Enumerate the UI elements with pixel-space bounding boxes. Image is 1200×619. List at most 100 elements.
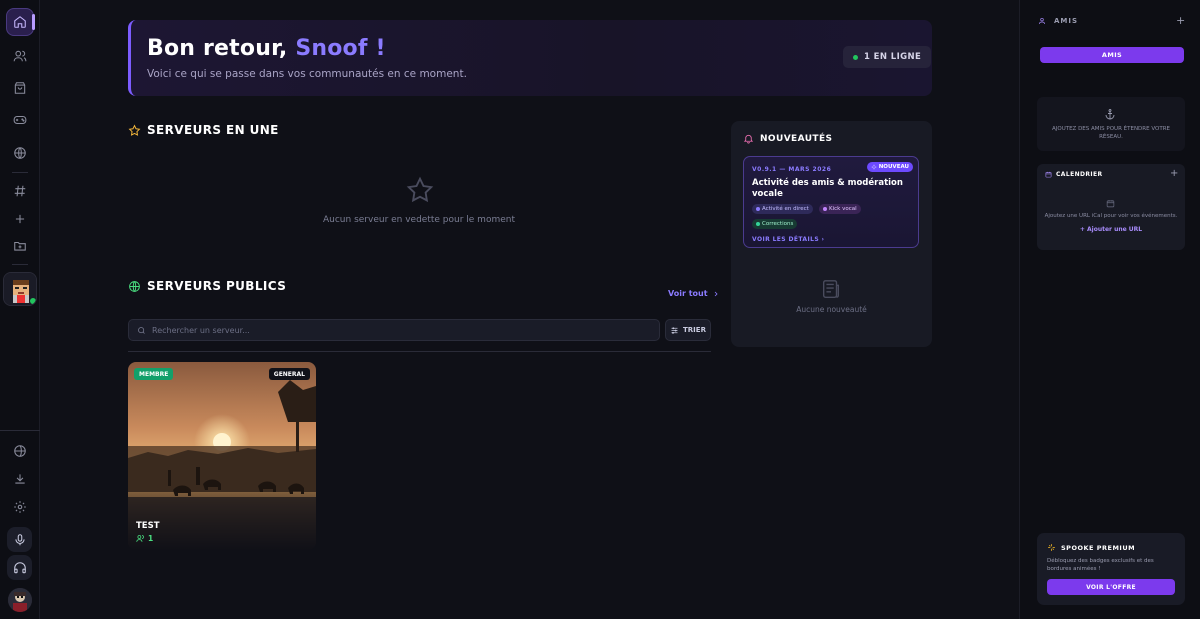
- active-indicator: [32, 14, 35, 30]
- news-card-title: Activité des amis & modération vocale: [752, 178, 903, 199]
- newspaper-icon: [822, 280, 840, 298]
- rail-divider: [12, 264, 28, 265]
- calendar-heading: CALENDRIER: [1045, 171, 1103, 178]
- news-tag: Activité en direct: [752, 204, 813, 214]
- server-avatar[interactable]: [3, 272, 37, 306]
- new-badge-label: NOUVEAU: [878, 164, 909, 170]
- star-icon: [128, 124, 141, 136]
- tag-dot-icon: [756, 207, 760, 211]
- sparkle-icon: [871, 164, 876, 170]
- chevron-right-icon: ›: [821, 236, 825, 243]
- public-servers-heading: SERVEURS PUBLICS: [128, 279, 286, 293]
- featured-empty-message: Aucun serveur en vedette pour le moment: [323, 215, 515, 225]
- server-name: TEST: [136, 521, 160, 531]
- rail-divider: [0, 430, 40, 431]
- friends-empty-card: AJOUTEZ DES AMIS POUR ÉTENDRE VOTRE RÉSE…: [1037, 97, 1185, 151]
- chevron-right-icon: [714, 291, 718, 296]
- friends-button[interactable]: AMIS: [1040, 47, 1184, 63]
- server-search-input[interactable]: [152, 325, 632, 335]
- globe-icon: [129, 280, 140, 292]
- explore-icon[interactable]: [6, 437, 34, 465]
- rail-divider: [12, 172, 28, 173]
- add-url-link[interactable]: + Ajouter une URL: [1037, 226, 1185, 233]
- news-details-link[interactable]: VOIR LES DÉTAILS ›: [752, 236, 824, 243]
- anchor-icon: [1105, 109, 1115, 120]
- server-card[interactable]: MEMBRE GENERAL TEST 1: [128, 362, 316, 550]
- tag-dot-icon: [756, 222, 760, 226]
- gamepad-icon[interactable]: [6, 106, 34, 134]
- shop-icon[interactable]: [6, 74, 34, 102]
- headphones-icon[interactable]: [7, 555, 32, 580]
- add-friend-icon[interactable]: +: [1176, 14, 1185, 27]
- home-icon[interactable]: [6, 8, 34, 36]
- filter-icon: [671, 326, 678, 334]
- welcome-prefix: Bon retour,: [147, 36, 288, 61]
- news-tag-label: Activité en direct: [762, 206, 809, 212]
- bell-icon: [743, 134, 754, 144]
- friends-heading: AMIS: [1038, 17, 1078, 25]
- see-all-label: Voir tout: [668, 289, 708, 298]
- news-tag: Kick vocal: [819, 204, 861, 214]
- add-server-icon[interactable]: [6, 205, 34, 233]
- news-details-label: VOIR LES DÉTAILS: [752, 236, 820, 243]
- news-version: V0.9.1 — MARS 2026: [752, 166, 832, 173]
- see-all-link[interactable]: Voir tout: [668, 289, 720, 298]
- featured-servers-heading: SERVEURS EN UNE: [128, 123, 279, 137]
- view-offer-button[interactable]: VOIR L'OFFRE: [1047, 579, 1175, 595]
- sparkles-icon: [1048, 544, 1055, 551]
- welcome-banner: Bon retour, Snoof ! Voici ce qui se pass…: [128, 20, 932, 96]
- add-calendar-icon[interactable]: +: [1170, 168, 1178, 179]
- server-member-count: 1: [136, 534, 153, 543]
- premium-title: SPOOKE PREMIUM: [1061, 543, 1136, 552]
- hash-icon[interactable]: [6, 177, 34, 205]
- online-status-dot: [30, 298, 36, 304]
- premium-description: Débloquez des badges exclusifs et des bo…: [1047, 558, 1154, 572]
- friends-icon[interactable]: [6, 42, 34, 70]
- user-icon: [1039, 18, 1045, 25]
- sort-label: TRIER: [683, 326, 706, 334]
- calendar-icon: [1045, 171, 1052, 178]
- online-dot-icon: [853, 54, 858, 60]
- search-icon: [138, 326, 145, 334]
- welcome-username: Snoof !: [295, 36, 386, 61]
- member-badge: MEMBRE: [134, 368, 174, 380]
- sort-button[interactable]: TRIER: [665, 319, 711, 341]
- calendar-title: CALENDRIER: [1056, 171, 1103, 178]
- new-badge: NOUVEAU: [866, 162, 913, 172]
- right-sidebar: AMIS + AMIS AJOUTEZ DES AMIS POUR ÉTENDR…: [1019, 0, 1200, 619]
- news-title: NOUVEAUTÉS: [760, 133, 833, 144]
- calendar-empty-message: Ajoutez une URL iCal pour voir vos événe…: [1044, 213, 1178, 219]
- microphone-icon[interactable]: [7, 527, 32, 552]
- friends-empty-message: AJOUTEZ DES AMIS POUR ÉTENDRE VOTRE RÉSE…: [1051, 126, 1170, 140]
- server-search-box: [128, 319, 660, 341]
- friends-title: AMIS: [1054, 17, 1079, 25]
- online-count-label: 1 EN LIGNE: [864, 52, 922, 62]
- calendar-card: CALENDRIER + Ajoutez une URL iCal pour v…: [1037, 164, 1185, 250]
- member-count-value: 1: [148, 534, 154, 543]
- welcome-subtitle: Voici ce qui se passe dans vos communaut…: [147, 68, 467, 80]
- news-tag: Corrections: [752, 219, 798, 229]
- premium-heading: SPOOKE PREMIUM: [1047, 543, 1135, 552]
- news-empty-message: Aucune nouveauté: [796, 305, 867, 314]
- user-avatar[interactable]: [8, 588, 32, 612]
- news-tag-label: Corrections: [762, 221, 794, 227]
- globe-icon[interactable]: [6, 139, 34, 167]
- category-badge: GENERAL: [268, 368, 310, 380]
- calendar-empty-icon: [1106, 200, 1115, 208]
- folder-add-icon[interactable]: [6, 232, 34, 260]
- news-panel: NOUVEAUTÉS V0.9.1 — MARS 2026 NOUVEAU Ac…: [731, 121, 932, 347]
- section-divider: [128, 351, 711, 352]
- featured-servers-title: SERVEURS EN UNE: [147, 123, 279, 137]
- news-card[interactable]: V0.9.1 — MARS 2026 NOUVEAU Activité des …: [743, 156, 919, 248]
- news-tag-label: Kick vocal: [829, 206, 857, 212]
- left-rail: [0, 0, 40, 619]
- welcome-title: Bon retour, Snoof !: [147, 36, 386, 61]
- news-heading: NOUVEAUTÉS: [743, 133, 832, 144]
- download-icon[interactable]: [6, 465, 34, 493]
- online-count-badge: 1 EN LIGNE: [843, 46, 932, 68]
- settings-icon[interactable]: [6, 493, 34, 521]
- tag-dot-icon: [823, 207, 827, 211]
- empty-star-icon: [406, 176, 434, 203]
- premium-card: SPOOKE PREMIUM Débloquez des badges excl…: [1037, 533, 1185, 605]
- public-servers-title: SERVEURS PUBLICS: [147, 279, 287, 293]
